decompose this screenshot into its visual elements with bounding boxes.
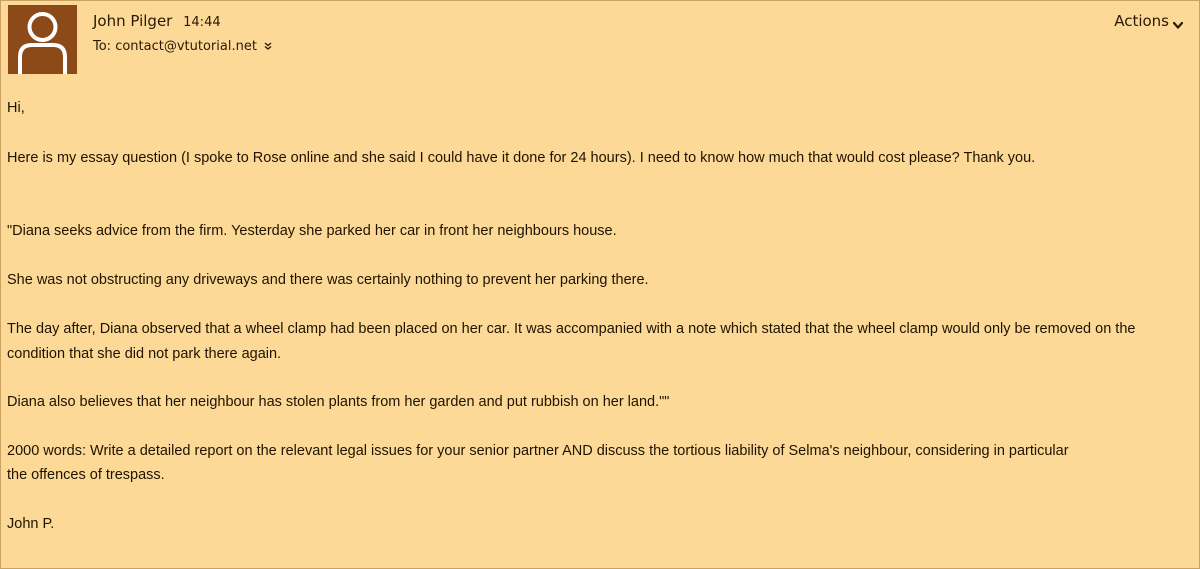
user-silhouette-icon: [8, 5, 77, 74]
recipient-address[interactable]: To: contact@vtutorial.net: [93, 39, 257, 54]
message-time: 14:44: [183, 15, 221, 30]
task-line-2: the offences of trespass.: [7, 467, 165, 483]
quote-paragraph-4: Diana also believes that her neighbour h…: [7, 394, 670, 410]
sender-name[interactable]: John Pilger: [93, 12, 172, 30]
task-line-1: 2000 words: Write a detailed report on t…: [7, 443, 1069, 459]
greeting: Hi,: [7, 100, 25, 116]
chevron-down-icon: [1172, 16, 1184, 29]
actions-label: Actions: [1114, 12, 1169, 30]
recipient-line: To: contact@vtutorial.net: [93, 39, 272, 54]
actions-menu-button[interactable]: Actions: [1114, 12, 1184, 30]
quote-paragraph-3: The day after, Diana observed that a whe…: [7, 321, 1136, 362]
quote-paragraph-1: "Diana seeks advice from the firm. Yeste…: [7, 223, 617, 239]
double-chevron-down-icon[interactable]: [264, 42, 272, 53]
quote-paragraph-2: She was not obstructing any driveways an…: [7, 272, 649, 288]
signoff: John P.: [7, 516, 55, 532]
intro-paragraph: Here is my essay question (I spoke to Ro…: [7, 150, 1036, 166]
sender-line: John Pilger 14:44: [93, 12, 221, 30]
email-view: John Pilger 14:44 To: contact@vtutorial.…: [0, 0, 1200, 569]
email-header: John Pilger 14:44 To: contact@vtutorial.…: [1, 1, 1199, 81]
